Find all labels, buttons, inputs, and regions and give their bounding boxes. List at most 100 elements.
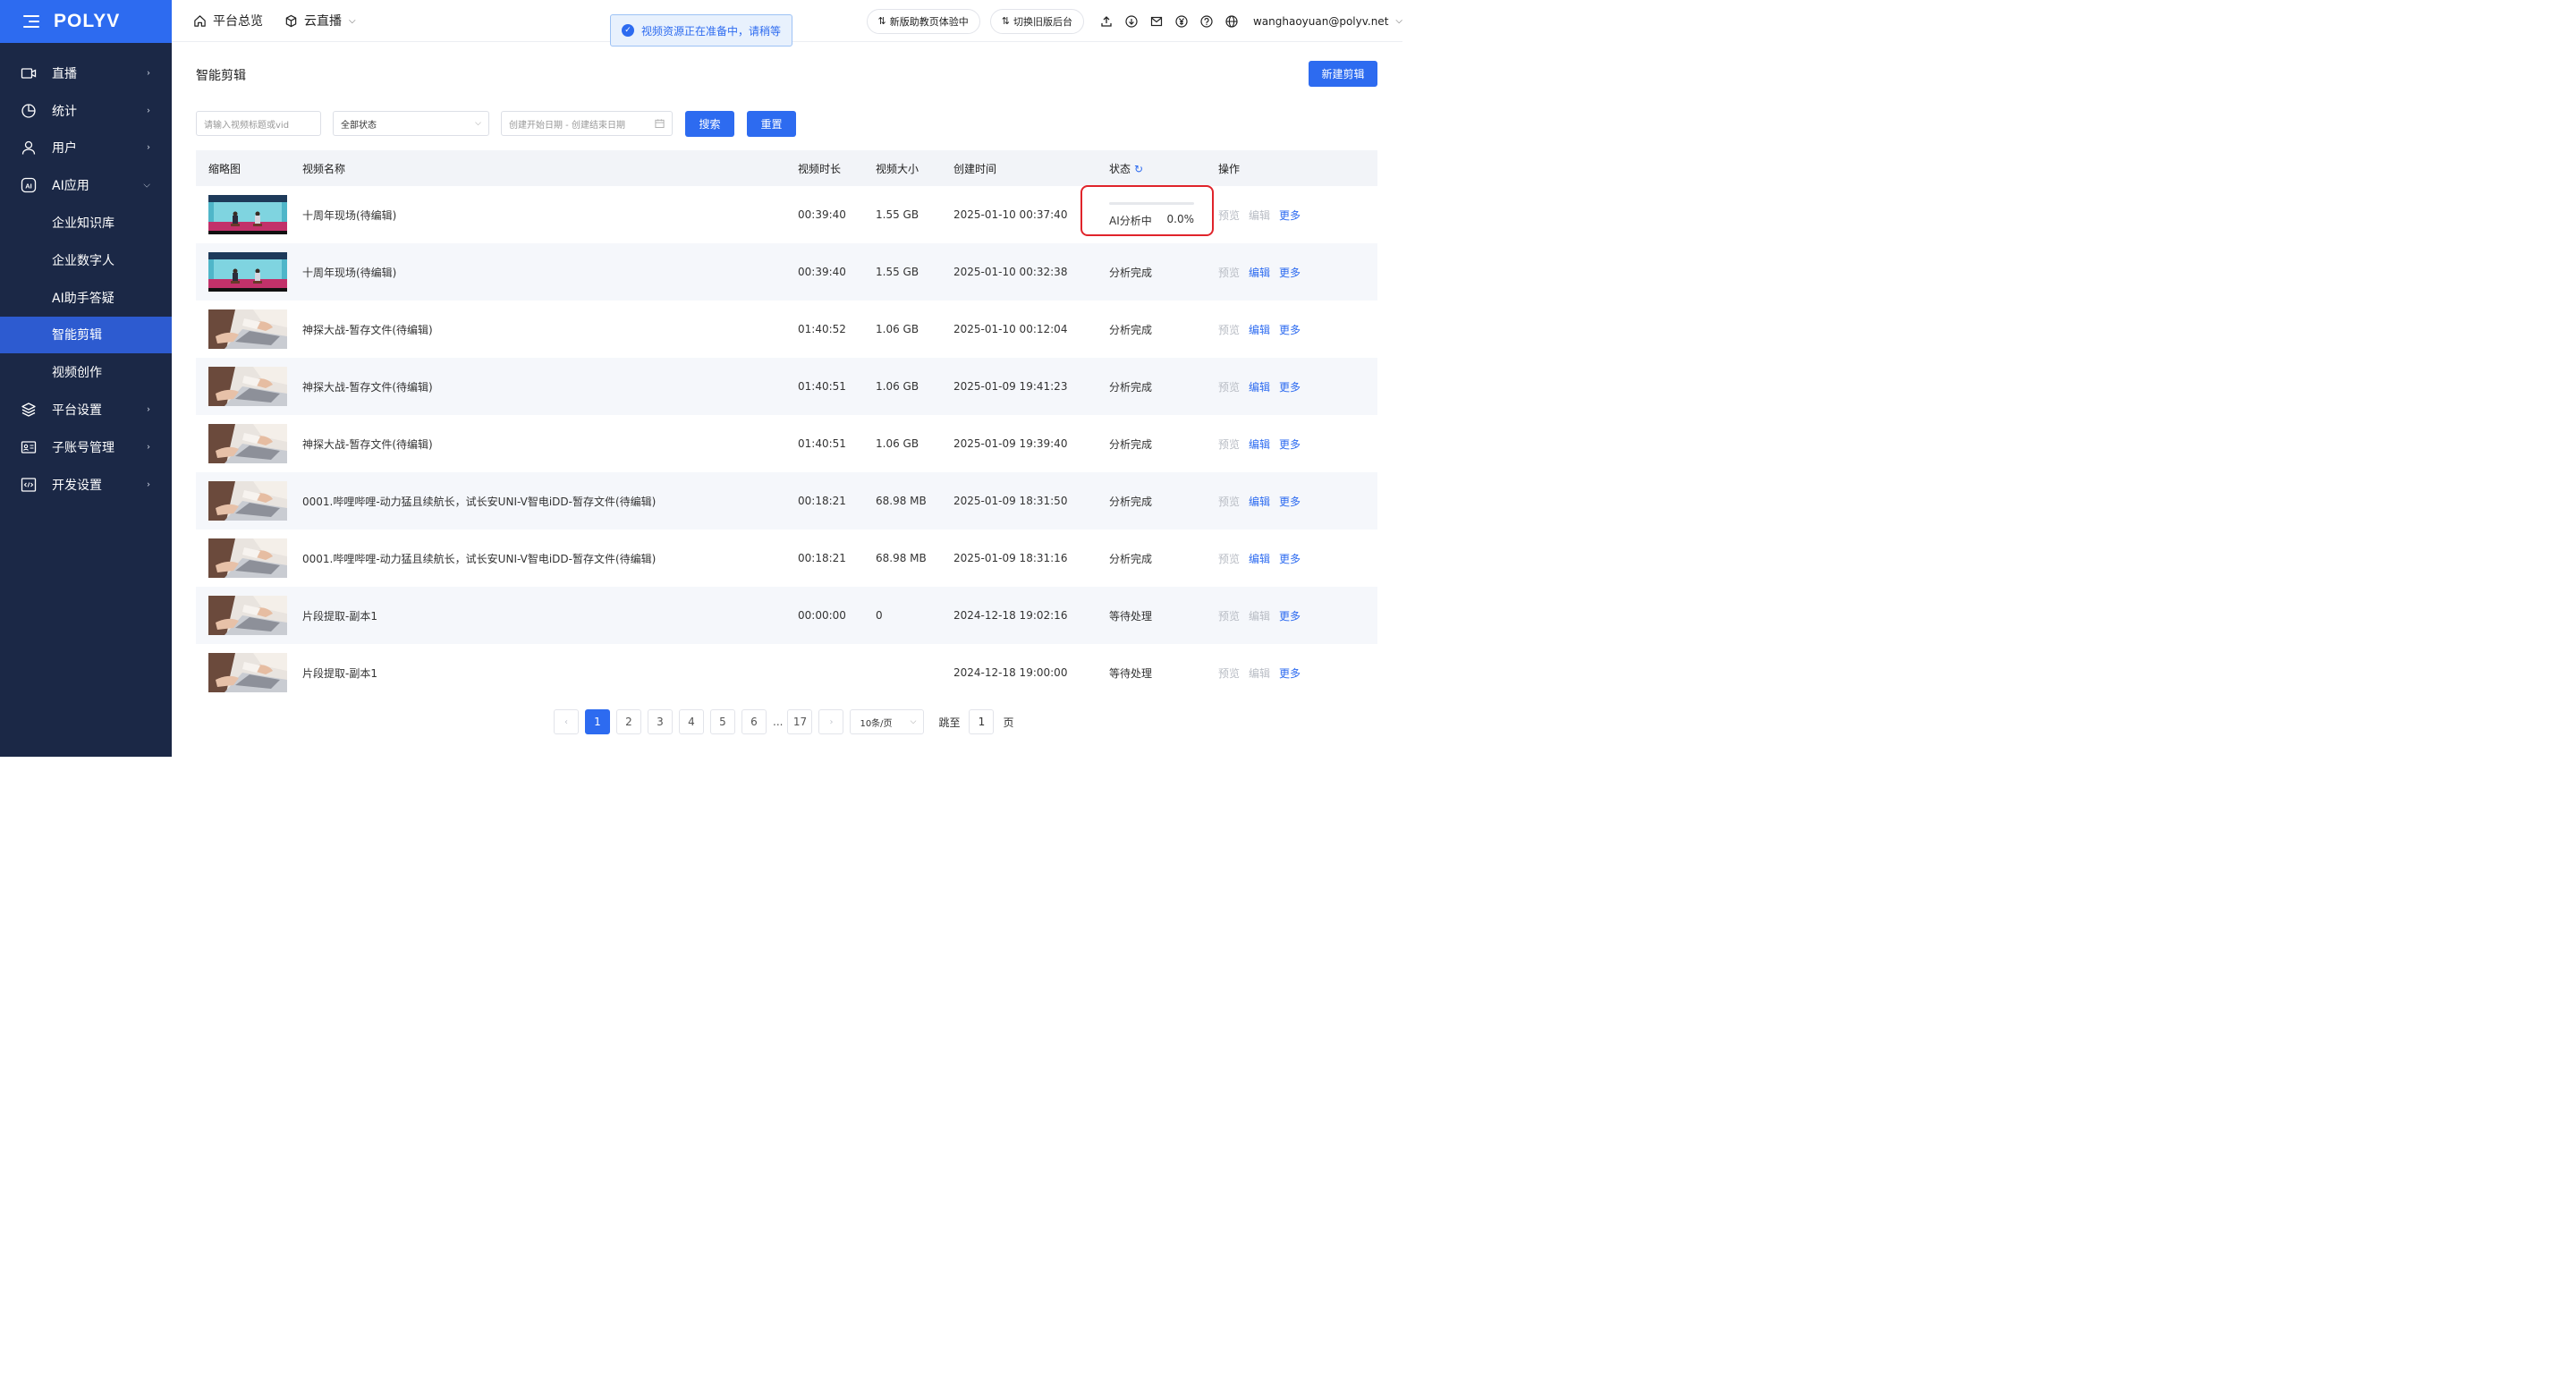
- old-ui-button[interactable]: ⇅ 切换旧版后台: [989, 8, 1084, 34]
- next-page-button[interactable]: ›: [818, 709, 844, 734]
- video-thumbnail[interactable]: [208, 252, 287, 292]
- page-button[interactable]: 5: [710, 709, 735, 734]
- clips-table: 缩略图 视频名称 视频时长 视频大小 创建时间 状态 ↻ 操作 十周年现场(待编辑…: [196, 150, 1377, 701]
- table-body: 十周年现场(待编辑) 00:39:40 1.55 GB 2025-01-10 00:3…: [196, 185, 1377, 701]
- preview-link[interactable]: 预览: [1218, 381, 1240, 394]
- sidebar-subitem-4[interactable]: 企业知识库: [0, 204, 172, 242]
- video-thumbnail[interactable]: [208, 195, 287, 234]
- video-name: 神探大战-暂存文件(待编辑): [302, 380, 433, 394]
- video-thumbnail[interactable]: [208, 596, 287, 635]
- video-size: 1.06 GB: [876, 380, 919, 393]
- edit-link[interactable]: 编辑: [1249, 324, 1270, 336]
- preview-link[interactable]: 预览: [1218, 610, 1240, 623]
- jump-label: 跳至: [938, 716, 961, 729]
- preview-link[interactable]: 预览: [1218, 438, 1240, 451]
- more-link[interactable]: 更多: [1279, 496, 1301, 508]
- yen-icon[interactable]: [1175, 14, 1188, 28]
- last-page-button[interactable]: 17: [787, 709, 813, 734]
- mail-icon[interactable]: [1150, 15, 1163, 28]
- chevron-down-icon[interactable]: ⌵: [1395, 16, 1402, 26]
- video-thumbnail[interactable]: [208, 538, 287, 578]
- svg-text:AI: AI: [25, 182, 32, 191]
- edit-link[interactable]: 编辑: [1249, 496, 1270, 508]
- row-actions: 预览 编辑 更多: [1218, 551, 1309, 566]
- video-thumbnail[interactable]: [208, 309, 287, 349]
- page-button[interactable]: 6: [741, 709, 767, 734]
- video-name: 片段提取-副本1: [302, 609, 377, 623]
- nav-product[interactable]: 云直播 ⌵: [284, 12, 356, 30]
- new-ui-toggle-button[interactable]: ⇅ 新版助教页体验中: [866, 8, 980, 34]
- user-email[interactable]: wanghaoyuan@polyv.net: [1253, 15, 1388, 28]
- edit-link[interactable]: 编辑: [1249, 267, 1270, 279]
- sidebar: POLYV 直播 › 统计 › 用户 › AI AI应用 ⌵ 企业知识库 企业数字人 AI助手答疑 智能…: [0, 0, 172, 757]
- more-link[interactable]: 更多: [1279, 267, 1301, 279]
- created-time: 2024-12-18 19:02:16: [953, 609, 1068, 622]
- created-time: 2025-01-10 00:12:04: [953, 323, 1068, 335]
- created-time: 2025-01-09 18:31:50: [953, 495, 1068, 507]
- nav-home[interactable]: 平台总览: [193, 12, 263, 30]
- sidebar-subitem-6[interactable]: AI助手答疑: [0, 279, 172, 317]
- more-link[interactable]: 更多: [1279, 553, 1301, 565]
- more-link[interactable]: 更多: [1279, 209, 1301, 222]
- created-time: 2025-01-09 18:31:16: [953, 552, 1068, 564]
- preview-link[interactable]: 预览: [1218, 209, 1240, 222]
- page-button[interactable]: 3: [648, 709, 673, 734]
- preview-link[interactable]: 预览: [1218, 324, 1240, 336]
- new-clip-button[interactable]: 新建剪辑: [1309, 61, 1377, 87]
- more-link[interactable]: 更多: [1279, 667, 1301, 680]
- preview-link[interactable]: 预览: [1218, 267, 1240, 279]
- prev-page-button[interactable]: ‹: [554, 709, 579, 734]
- more-link[interactable]: 更多: [1279, 438, 1301, 451]
- video-thumbnail[interactable]: [208, 367, 287, 406]
- pagination: ‹ 1 2 3 4 5 6... 17 › 10条/页 ⌵ 跳至 1 页: [554, 709, 1022, 734]
- help-icon[interactable]: [1200, 14, 1213, 28]
- menu-toggle-icon[interactable]: [23, 15, 39, 28]
- sidebar-subitem-7[interactable]: 智能剪辑: [0, 316, 172, 354]
- globe-icon[interactable]: [1225, 14, 1238, 28]
- video-thumbnail[interactable]: [208, 481, 287, 521]
- edit-link[interactable]: 编辑: [1249, 610, 1270, 623]
- sidebar-item-0[interactable]: 直播 ›: [0, 55, 172, 92]
- status-text: 分析完成: [1109, 380, 1153, 394]
- reset-button[interactable]: 重置: [747, 111, 796, 137]
- sidebar-item-3[interactable]: AI AI应用 ⌵: [0, 166, 172, 204]
- calendar-icon: [655, 119, 665, 129]
- edit-link[interactable]: 编辑: [1249, 209, 1270, 222]
- preview-link[interactable]: 预览: [1218, 496, 1240, 508]
- switch-arrows-icon: ⇅: [877, 15, 886, 27]
- date-range-picker[interactable]: 创建开始日期 - 创建结束日期: [501, 111, 673, 136]
- status-text: 等待处理: [1109, 609, 1153, 623]
- search-input[interactable]: 请输入视频标题或vid: [196, 111, 321, 136]
- page-button[interactable]: 1: [585, 709, 610, 734]
- sidebar-item-2[interactable]: 用户 ›: [0, 130, 172, 167]
- search-button[interactable]: 搜索: [685, 111, 734, 137]
- download-icon[interactable]: [1125, 14, 1138, 28]
- chevron-down-icon: ⌵: [349, 15, 356, 26]
- edit-link[interactable]: 编辑: [1249, 381, 1270, 394]
- page-button[interactable]: 4: [679, 709, 704, 734]
- more-link[interactable]: 更多: [1279, 610, 1301, 623]
- edit-link[interactable]: 编辑: [1249, 553, 1270, 565]
- sidebar-subitem-8[interactable]: 视频创作: [0, 353, 172, 391]
- more-link[interactable]: 更多: [1279, 324, 1301, 336]
- status-select[interactable]: 全部状态 ⌵: [333, 111, 489, 136]
- sidebar-subitem-5[interactable]: 企业数字人: [0, 242, 172, 279]
- sidebar-item-1[interactable]: 统计 ›: [0, 92, 172, 130]
- more-link[interactable]: 更多: [1279, 381, 1301, 394]
- video-thumbnail[interactable]: [208, 653, 287, 692]
- preview-link[interactable]: 预览: [1218, 667, 1240, 680]
- status-text: 等待处理: [1109, 666, 1153, 680]
- sidebar-item-10[interactable]: 子账号管理 ›: [0, 428, 172, 466]
- upload-icon[interactable]: [1100, 15, 1113, 28]
- page-size-select[interactable]: 10条/页 ⌵: [850, 709, 925, 734]
- preview-link[interactable]: 预览: [1218, 553, 1240, 565]
- edit-link[interactable]: 编辑: [1249, 438, 1270, 451]
- video-thumbnail[interactable]: [208, 424, 287, 463]
- sidebar-item-9[interactable]: 平台设置 ›: [0, 391, 172, 428]
- highlight-box: [1080, 185, 1214, 236]
- sidebar-item-11[interactable]: 开发设置 ›: [0, 466, 172, 504]
- refresh-icon[interactable]: ↻: [1134, 163, 1143, 175]
- edit-link[interactable]: 编辑: [1249, 667, 1270, 680]
- jump-page-input[interactable]: 1: [969, 709, 995, 734]
- page-button[interactable]: 2: [616, 709, 641, 734]
